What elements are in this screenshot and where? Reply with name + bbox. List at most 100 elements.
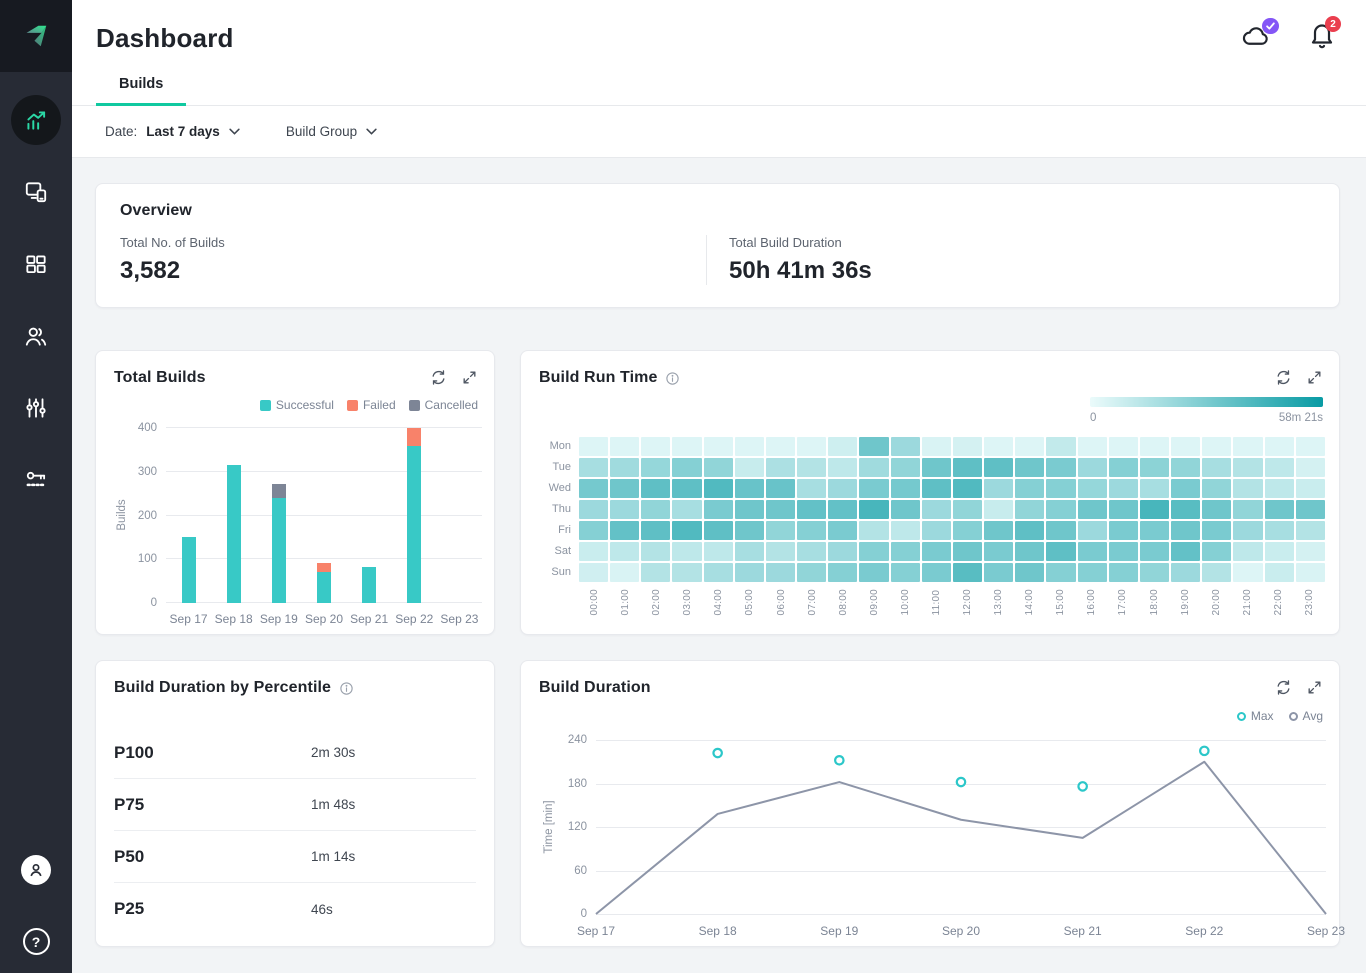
- heatmap-hour-label: 23:00: [1304, 589, 1315, 616]
- sidebar: ?: [0, 0, 72, 973]
- sidebar-nav: [0, 84, 72, 516]
- heatmap-cell: [859, 521, 888, 540]
- heatmap-cell: [1171, 458, 1200, 477]
- max-point: [1200, 747, 1208, 755]
- heatmap-cell: [984, 563, 1013, 582]
- heatmap-cell: [797, 521, 826, 540]
- refresh-icon[interactable]: [430, 369, 447, 386]
- heatmap-cell: [1109, 500, 1138, 519]
- legend-item-failed[interactable]: Failed: [347, 398, 396, 412]
- heatmap-cell: [891, 479, 920, 498]
- tab-label: Builds: [119, 76, 163, 92]
- heatmap-day-labels: MonTueWedThuFriSatSun: [521, 437, 571, 584]
- heatmap-cell: [704, 500, 733, 519]
- max-point: [835, 756, 843, 764]
- percentile-row: P2546s: [114, 883, 476, 935]
- sidebar-item-controls[interactable]: [0, 372, 72, 444]
- legend-item-max[interactable]: Max: [1237, 709, 1274, 723]
- heatmap-cell: [1140, 479, 1169, 498]
- build-run-time-card: Build Run Time 0 58m 21s MonTueWedThuFri…: [520, 350, 1340, 635]
- help-button[interactable]: ?: [23, 928, 50, 955]
- overview-card: Overview Total No. of Builds 3,582 Total…: [95, 183, 1340, 308]
- heatmap-cell: [922, 521, 951, 540]
- heatmap-cell: [1078, 500, 1107, 519]
- heatmap-cell: [704, 521, 733, 540]
- build-group-filter[interactable]: Build Group: [286, 124, 377, 139]
- heatmap-cell: [828, 437, 857, 456]
- heatmap-cell: [579, 479, 608, 498]
- sidebar-item-dashboards[interactable]: [0, 228, 72, 300]
- expand-icon[interactable]: [461, 369, 478, 386]
- heatmap-hour-label: 15:00: [1055, 589, 1066, 616]
- key-icon: [23, 467, 49, 493]
- heatmap-hour-label: 08:00: [838, 589, 849, 616]
- heatmap-cell: [704, 563, 733, 582]
- heatmap-day-label: Sun: [521, 563, 571, 584]
- heatmap-hour-label: 09:00: [869, 589, 880, 616]
- heatmap-cell: [922, 563, 951, 582]
- max-point: [1078, 782, 1086, 790]
- tab-builds[interactable]: Builds: [96, 76, 186, 105]
- avatar[interactable]: [21, 855, 51, 885]
- heatmap-cell: [1202, 563, 1231, 582]
- heatmap-cell: [984, 479, 1013, 498]
- date-filter[interactable]: Date: Last 7 days: [105, 124, 240, 139]
- gridline: [166, 471, 482, 472]
- heatmap-cell: [641, 563, 670, 582]
- heatmap-cell: [953, 521, 982, 540]
- heatmap-cell: [1140, 563, 1169, 582]
- legend-item-cancelled[interactable]: Cancelled: [409, 398, 478, 412]
- x-tick: Sep 23: [440, 612, 478, 626]
- x-tick: Sep 20: [942, 924, 980, 938]
- sidebar-item-insights[interactable]: [0, 84, 72, 156]
- legend-item-successful[interactable]: Successful: [260, 398, 334, 412]
- info-icon[interactable]: [665, 371, 680, 386]
- heatmap-cell: [1046, 563, 1075, 582]
- heatmap-cell: [1140, 437, 1169, 456]
- heatmap-cell: [1233, 542, 1262, 561]
- heatmap-cell: [1078, 542, 1107, 561]
- heatmap-cell: [1046, 542, 1075, 561]
- sidebar-item-keys[interactable]: [0, 444, 72, 516]
- heatmap-cell: [735, 437, 764, 456]
- cloud-sync-button[interactable]: [1241, 24, 1272, 53]
- sidebar-item-team[interactable]: [0, 300, 72, 372]
- sidebar-item-apps[interactable]: [0, 156, 72, 228]
- heatmap-cell: [1109, 479, 1138, 498]
- expand-icon[interactable]: [1306, 369, 1323, 386]
- heatmap-cell: [828, 542, 857, 561]
- heatmap-cell: [735, 458, 764, 477]
- heatmap-cell: [672, 563, 701, 582]
- date-filter-label: Date:: [105, 124, 137, 139]
- expand-icon[interactable]: [1306, 679, 1323, 696]
- heatmap-cell: [859, 437, 888, 456]
- heatmap-cell: [828, 458, 857, 477]
- brand-logo[interactable]: [0, 0, 72, 72]
- heatmap-cell: [1046, 500, 1075, 519]
- y-tick: 0: [581, 908, 587, 920]
- percentile-table: P1002m 30sP751m 48sP501m 14sP2546s: [114, 727, 476, 935]
- heatmap-cell: [610, 500, 639, 519]
- x-tick: Sep 21: [350, 612, 388, 626]
- heatmap-cell: [1202, 500, 1231, 519]
- heatmap-cell: [610, 563, 639, 582]
- legend-item-avg[interactable]: Avg: [1289, 709, 1323, 723]
- x-tick: Sep 17: [170, 612, 208, 626]
- heatmap-cell: [704, 479, 733, 498]
- heatmap-scale: 0 58m 21s: [1090, 397, 1323, 424]
- total-builds-card: Total Builds SuccessfulFailedCancelled B…: [95, 350, 495, 635]
- heatmap-cell: [1140, 521, 1169, 540]
- heatmap-cell: [1265, 458, 1294, 477]
- heatmap-cell: [797, 479, 826, 498]
- refresh-icon[interactable]: [1275, 369, 1292, 386]
- legend-ring: [1237, 712, 1246, 721]
- refresh-icon[interactable]: [1275, 679, 1292, 696]
- notifications-button[interactable]: 2: [1310, 22, 1334, 54]
- y-tick: 300: [138, 466, 157, 478]
- total-builds-chart: 0100200300400Sep 17Sep 18Sep 19Sep 20Sep…: [166, 428, 482, 603]
- heatmap-cell: [1046, 437, 1075, 456]
- build-duration-legend: Max Avg: [1237, 709, 1323, 723]
- heatmap-hour-label: 07:00: [807, 589, 818, 616]
- heatmap-cell: [828, 500, 857, 519]
- info-icon[interactable]: [339, 681, 354, 696]
